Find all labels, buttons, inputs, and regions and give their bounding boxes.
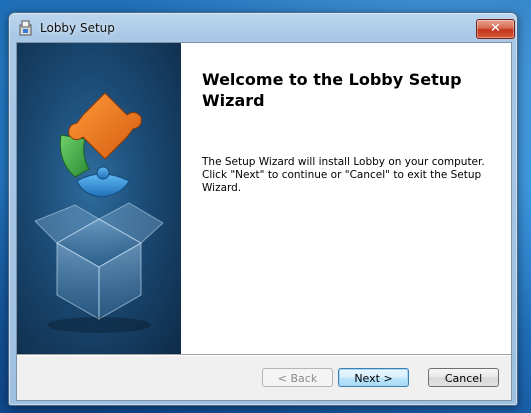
window-title: Lobby Setup (40, 21, 115, 35)
close-icon: ✕ (490, 21, 501, 36)
back-button[interactable]: < Back (262, 368, 333, 387)
wizard-content: Welcome to the Lobby Setup Wizard The Se… (181, 43, 511, 354)
welcome-description: The Setup Wizard will install Lobby on y… (202, 156, 485, 194)
cancel-button[interactable]: Cancel (428, 368, 499, 387)
button-separator (17, 354, 511, 356)
installer-package-icon (19, 20, 32, 36)
wizard-client-area: Welcome to the Lobby Setup Wizard The Se… (16, 42, 512, 401)
title-bar[interactable]: Lobby Setup ✕ (9, 13, 517, 43)
close-button[interactable]: ✕ (476, 19, 515, 39)
next-button[interactable]: Next > (338, 368, 409, 387)
wizard-banner (17, 43, 181, 354)
setup-window: Lobby Setup ✕ Welcome to the Lobby Setup… (8, 12, 518, 406)
welcome-heading: Welcome to the Lobby Setup Wizard (202, 70, 462, 110)
puzzle-box-installer-graphic (34, 92, 164, 333)
